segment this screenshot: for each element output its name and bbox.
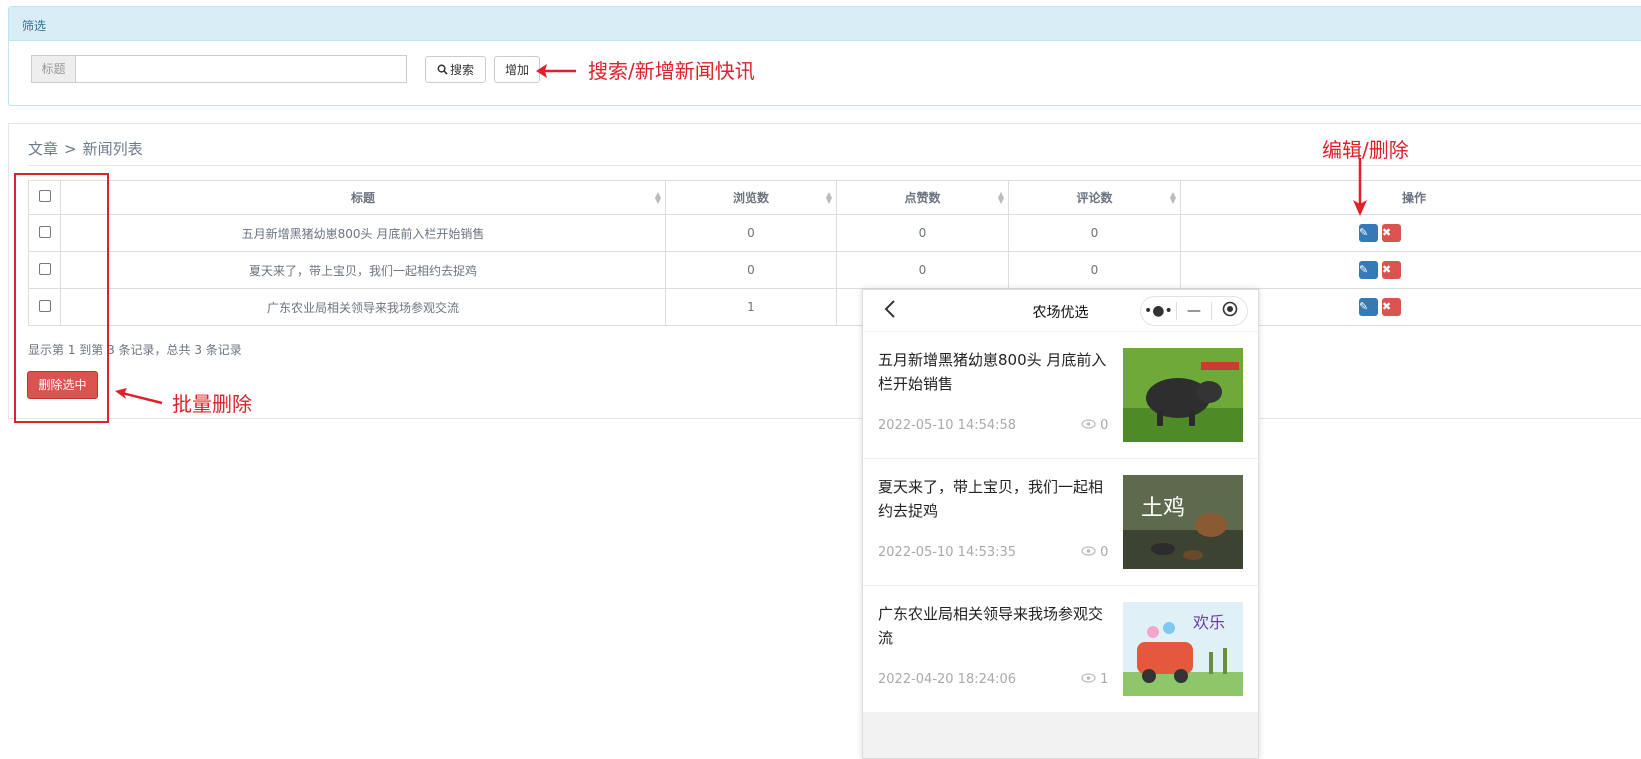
breadcrumb: 文章 > 新闻列表 [28,138,143,159]
news-date: 2022-05-10 14:53:35 [878,545,1017,560]
row-title: 广东农业局相关领导来我场参观交流 [60,288,666,326]
add-button-label: 增加 [505,62,530,77]
sort-icon: ▲ ▼ [1169,190,1176,205]
mini-program-capsule: •●• — [1140,296,1248,326]
add-button[interactable]: 增加 [494,55,540,83]
column-header-title[interactable]: 标题 ▲ ▼ [60,180,666,215]
column-header-likes[interactable]: 点赞数 ▲ ▼ [836,180,1009,215]
travel-thumbnail: 欢乐 [1123,602,1243,696]
table-row: 广东农业局相关领导来我场参观交流 1 ✎ ✖ [28,288,1641,326]
news-table: 标题 ▲ ▼ 浏览数 ▲ ▼ 点赞数 ▲ ▼ 评论数 ▲ ▼ 操作 五月新增黑猪幼崽800头 月… [28,180,1641,326]
news-view-count: 0 [1100,418,1109,433]
eye-icon [1081,419,1096,429]
more-icon[interactable]: •●• [1141,303,1176,319]
column-header-likes-label: 点赞数 [904,191,941,205]
edit-icon[interactable]: ✎ [1359,298,1378,316]
column-header-actions: 操作 [1180,180,1641,215]
edit-icon[interactable]: ✎ [1359,261,1378,279]
eye-icon [1081,673,1096,683]
svg-text:土鸡: 土鸡 [1141,496,1185,521]
close-circle-icon[interactable] [1212,301,1247,321]
row-actions: ✎ ✖ [1180,251,1641,289]
row-views: 0 [665,214,837,252]
chicken-thumbnail: 土鸡 [1123,475,1243,569]
search-button-label: 搜索 [449,62,474,77]
row-likes: 0 [836,214,1009,252]
search-add-annotation: 搜索/新增新闻快讯 [588,59,755,83]
delete-icon[interactable]: ✖ [1382,224,1401,242]
news-title: 夏天来了，带上宝贝，我们一起相约去捉鸡 [878,478,1104,520]
arrow-icon [536,64,576,78]
row-actions: ✎ ✖ [1180,214,1641,252]
title-label: 标题 [31,55,75,83]
column-header-comments-label: 评论数 [1076,191,1113,205]
search-icon [437,64,448,75]
row-likes: 0 [836,251,1009,289]
row-comments: 0 [1008,251,1181,289]
news-date: 2022-04-20 18:24:06 [878,672,1017,687]
eye-icon [1081,546,1096,556]
news-title: 五月新增黑猪幼崽800头 月底前入栏开始销售 [878,351,1107,393]
mobile-bottom-area [863,712,1258,758]
news-views: 0 [1081,545,1108,560]
news-title: 广东农业局相关领导来我场参观交流 [878,605,1104,647]
column-header-comments[interactable]: 评论数 ▲ ▼ [1008,180,1181,215]
sort-icon: ▲ ▼ [654,190,661,205]
sort-icon: ▲ ▼ [997,190,1004,205]
table-row: 夏天来了，带上宝贝，我们一起相约去捉鸡 0 0 0 ✎ ✖ [28,251,1641,289]
row-comments: 0 [1008,214,1181,252]
table-row: 五月新增黑猪幼崽800头 月底前入栏开始销售 0 0 0 ✎ ✖ [28,214,1641,252]
row-title: 五月新增黑猪幼崽800头 月底前入栏开始销售 [60,214,666,252]
arrow-icon [1353,158,1367,216]
column-header-views[interactable]: 浏览数 ▲ ▼ [665,180,837,215]
news-view-count: 1 [1100,672,1109,687]
divider [28,165,1641,166]
edit-icon[interactable]: ✎ [1359,224,1378,242]
search-button[interactable]: 搜索 [425,55,486,83]
filter-panel: 筛选 标题 搜索 增加 [8,6,1641,106]
breadcrumb-current: 新闻列表 [82,140,143,158]
news-views: 1 [1081,672,1108,687]
news-card[interactable]: 广东农业局相关领导来我场参观交流 2022-04-20 18:24:06 1 欢… [863,586,1258,713]
column-header-title-label: 标题 [350,191,375,205]
delete-icon[interactable]: ✖ [1382,261,1401,279]
search-row: 标题 搜索 增加 [31,55,540,83]
table-header-row: 标题 ▲ ▼ 浏览数 ▲ ▼ 点赞数 ▲ ▼ 评论数 ▲ ▼ 操作 [28,180,1641,215]
pig-thumbnail [1123,348,1243,442]
news-card[interactable]: 夏天来了，带上宝贝，我们一起相约去捉鸡 2022-05-10 14:53:35 … [863,459,1258,586]
column-header-actions-label: 操作 [1401,191,1426,205]
sort-icon: ▲ ▼ [825,190,832,205]
svg-text:欢乐: 欢乐 [1193,613,1225,632]
arrow-icon [115,388,163,405]
row-views: 1 [665,288,837,326]
mobile-nav-bar: 农场优选 •●• — [863,290,1258,332]
row-title: 夏天来了，带上宝贝，我们一起相约去捉鸡 [60,251,666,289]
news-view-count: 0 [1100,545,1109,560]
news-card[interactable]: 五月新增黑猪幼崽800头 月底前入栏开始销售 2022-05-10 14:54:… [863,332,1258,459]
delete-icon[interactable]: ✖ [1382,298,1401,316]
breadcrumb-separator: > [64,140,77,158]
news-views: 0 [1081,418,1108,433]
batch-delete-annotation: 批量删除 [172,392,252,416]
title-search-input[interactable] [75,55,407,83]
news-date: 2022-05-10 14:54:58 [878,418,1017,433]
mobile-preview: 农场优选 •●• — 五月新增黑猪幼崽800头 月底前入栏开始销售 2022-0… [862,289,1259,759]
minimize-icon[interactable]: — [1177,303,1212,319]
filter-header: 筛选 [9,7,1641,41]
breadcrumb-root[interactable]: 文章 [28,140,58,158]
column-header-views-label: 浏览数 [732,191,769,205]
annotation-highlight-box [14,173,109,423]
row-views: 0 [665,251,837,289]
